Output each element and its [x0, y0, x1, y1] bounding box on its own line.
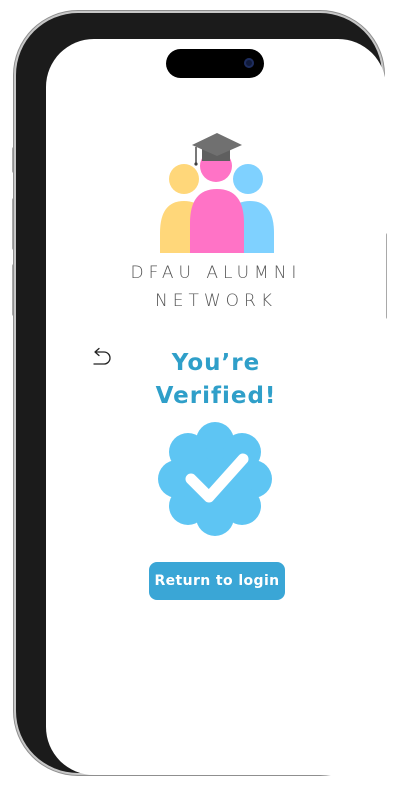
verified-title-line1: You’re [171, 350, 261, 376]
phone-frame: DFAU ALUMNI NETWORK You’re Verified! Ret… [16, 13, 386, 775]
brand-name-line2: NETWORK [155, 291, 277, 311]
return-to-login-button[interactable]: Return to login [149, 562, 285, 600]
graduation-people-logo-icon [160, 133, 274, 253]
verified-title-line2: Verified! [155, 383, 277, 409]
phone-screen: DFAU ALUMNI NETWORK You’re Verified! Ret… [46, 39, 386, 775]
camera-icon [244, 58, 254, 68]
verified-check-badge-icon [158, 422, 272, 536]
dynamic-island [166, 49, 264, 78]
brand-name-line1: DFAU ALUMNI [130, 263, 302, 283]
